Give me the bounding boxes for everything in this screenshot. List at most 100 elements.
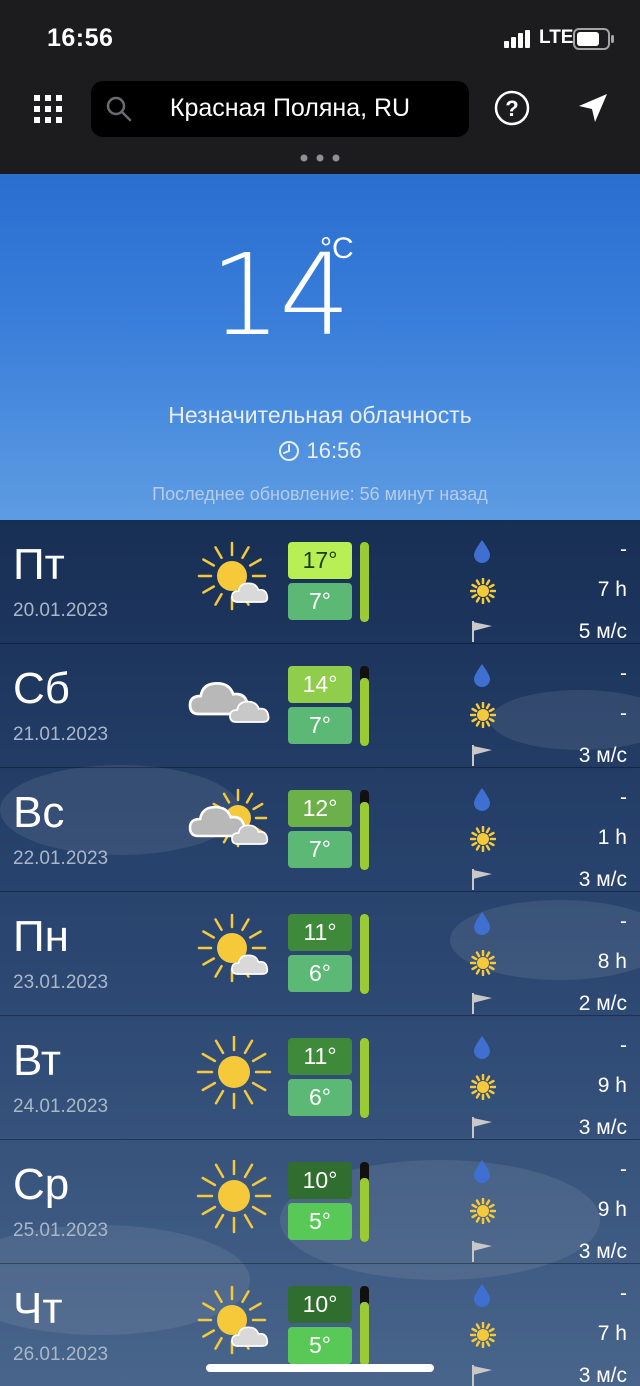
sunshine-icon [470,578,496,604]
sunshine-hours-value: 8 h [597,950,627,973]
max-temperature: 10° [288,1162,352,1199]
forecast-row[interactable]: Сб 21.01.2023 14° 7° - - 3 м/с [0,644,640,768]
day-name: Вт [13,1036,62,1085]
wind-flag-icon [472,1117,492,1138]
forecast-row[interactable]: Ср 25.01.2023 10° 5° - 9 h 3 м/с [0,1140,640,1264]
forecast-row[interactable]: Вт 24.01.2023 11° 6° - 9 h 3 м/с [0,1016,640,1140]
sunshine-hours-value: 7 h [597,578,627,601]
daily-forecast-list[interactable]: Пт 20.01.2023 17° 7° - 7 h 5 м/с Сб 21.0… [0,520,640,1386]
temperature-range-fill [360,1302,369,1366]
day-name: Чт [13,1284,63,1333]
network-type: LTE [539,27,574,48]
wind-speed-value: 3 м/с [578,1116,627,1139]
day-name: Сб [13,664,70,713]
temperature-range-bar [360,1286,369,1366]
sunshine-hours-value: 1 h [597,826,627,849]
temperature-range-bar [360,542,369,622]
clouds-icon [188,682,270,723]
sun-icon [196,1160,272,1234]
sun-icon [196,1036,272,1110]
min-temperature: 7° [288,707,352,744]
wind-flag-icon [472,993,492,1014]
day-name: Пн [13,912,69,961]
raindrop-icon [474,912,490,935]
wind-flag-icon [472,1365,492,1386]
precipitation-value: - [620,786,627,809]
day-date: 26.01.2023 [13,1344,109,1365]
wind-flag-icon [472,1241,492,1262]
wind-flag-icon [472,745,492,766]
weather-description: Незначительная облачность [168,402,472,428]
precipitation-value: - [620,910,627,933]
raindrop-icon [474,788,490,811]
sunshine-hours-value: - [620,702,627,725]
sunshine-icon [470,702,496,728]
temperature-range-bar [360,1038,369,1118]
wind-speed-value: 3 м/с [578,1364,627,1386]
min-temperature: 6° [288,1079,352,1116]
min-temperature: 7° [288,831,352,868]
forecast-row[interactable]: Пн 23.01.2023 11° 6° - 8 h 2 м/с [0,892,640,1016]
clouds-sun-icon [188,788,269,848]
wind-speed-value: 3 м/с [578,744,627,767]
temperature-range-fill [360,914,369,994]
wind-speed-value: 3 м/с [578,1240,627,1263]
temperature-range-bar [360,666,369,746]
signal-icon [504,30,530,48]
max-temperature: 12° [288,790,352,827]
last-update-text: Последнее обновление: 56 минут назад [152,484,488,504]
sun-cloud-icon [197,1285,269,1355]
day-name: Пт [13,540,65,589]
sunshine-hours-value: 9 h [597,1074,627,1097]
min-temperature: 5° [288,1327,352,1364]
day-date: 23.01.2023 [13,972,109,993]
max-temperature: 11° [288,1038,352,1075]
svg-text:?: ? [505,96,518,121]
temperature-range-fill [360,542,369,622]
forecast-row[interactable]: Вс 22.01.2023 12° 7° - 1 h 3 м/с [0,768,640,892]
help-icon[interactable]: ? [494,90,530,126]
top-bar: 16:56 LTE Красная Поляна, RU ? [0,0,640,174]
sun-cloud-icon [197,541,269,611]
day-date: 25.01.2023 [13,1220,109,1241]
wind-speed-value: 5 м/с [578,620,627,643]
sunshine-icon [470,1198,496,1224]
sunshine-icon [470,950,496,976]
min-temperature: 6° [288,955,352,992]
wind-speed-value: 2 м/с [578,992,627,1015]
day-date: 20.01.2023 [13,600,109,621]
temperature-range-bar [360,914,369,994]
location-arrow-icon[interactable] [577,92,609,124]
temperature-range-bar [360,1162,369,1242]
precipitation-value: - [620,1034,627,1057]
precipitation-value: - [620,1158,627,1181]
observation-time: 16:56 [0,438,640,464]
sun-cloud-icon [197,913,269,983]
temperature-range-fill [360,1178,369,1242]
temperature-range-fill [360,1038,369,1118]
temperature-range-fill [360,678,369,746]
raindrop-icon [474,1284,490,1307]
city-name: Красная Поляна, RU [169,94,411,122]
day-name: Вс [13,788,65,837]
precipitation-value: - [620,1282,627,1305]
day-name: Ср [13,1160,70,1209]
max-temperature: 17° [288,542,352,579]
raindrop-icon [474,1036,490,1059]
raindrop-icon [474,540,490,563]
page-dots-indicator [300,154,340,162]
menu-grid-icon[interactable] [32,93,64,125]
sunshine-hours-value: 7 h [597,1322,627,1345]
battery-icon [573,28,614,50]
home-indicator[interactable] [206,1364,434,1372]
sunshine-icon [470,1322,496,1348]
day-date: 21.01.2023 [13,724,109,745]
precipitation-value: - [620,662,627,685]
forecast-row[interactable]: Пт 20.01.2023 17° 7° - 7 h 5 м/с [0,520,640,644]
day-date: 22.01.2023 [13,848,109,869]
city-search-field[interactable]: Красная Поляна, RU [91,81,469,137]
temperature-unit: °C [320,232,354,265]
min-temperature: 7° [288,583,352,620]
raindrop-icon [474,1160,490,1183]
precipitation-value: - [620,538,627,561]
